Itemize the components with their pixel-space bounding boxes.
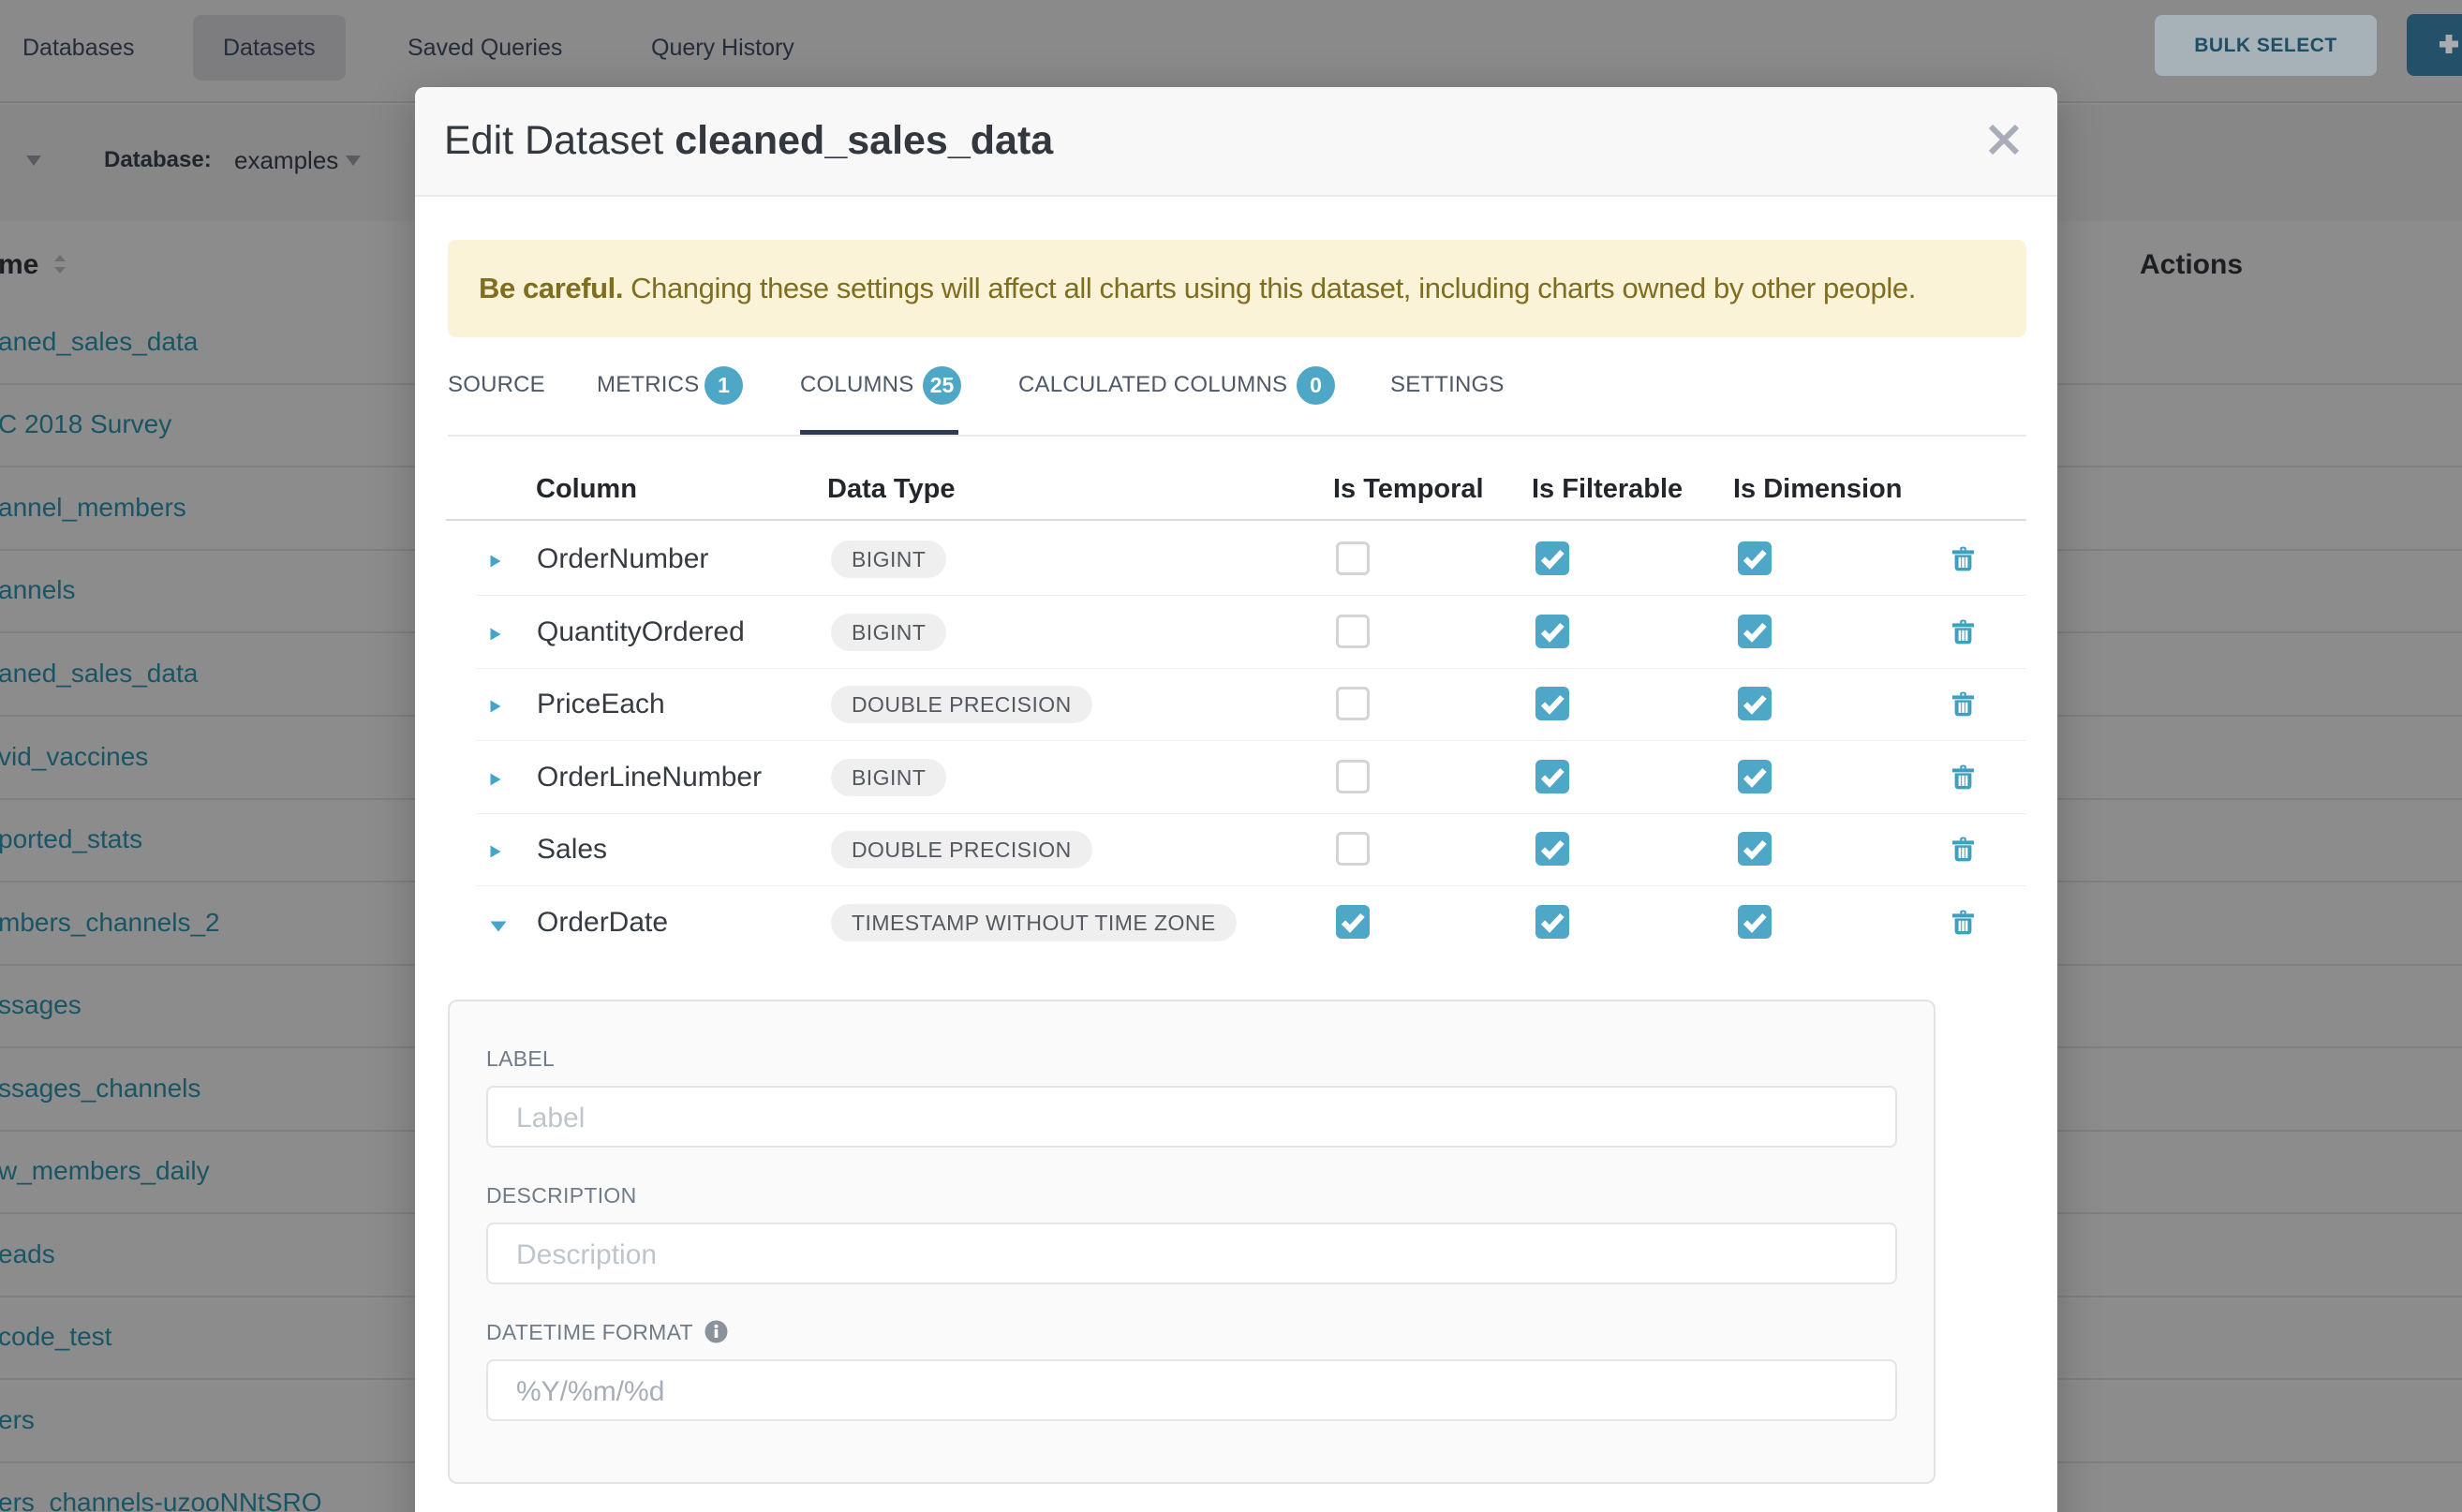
is-temporal-checkbox[interactable] <box>1336 615 1370 648</box>
datatype-pill: DOUBLE PRECISION <box>831 686 1092 723</box>
checkmark-icon <box>1535 687 1569 720</box>
is-temporal-checkbox[interactable] <box>1336 541 1370 575</box>
column-name: OrderNumber <box>537 543 708 575</box>
column-row: OrderNumber BIGINT <box>476 523 2026 596</box>
columns-count-badge: 25 <box>923 366 961 405</box>
expand-caret-right-icon[interactable] <box>490 700 501 713</box>
modal-tabs: SOURCE METRICS 1 COLUMNS 25 CALCULATED C… <box>448 363 2026 437</box>
tab-metrics[interactable]: METRICS <box>597 372 699 398</box>
is-filterable-checkbox[interactable] <box>1535 541 1569 575</box>
column-row: QuantityOrdered BIGINT <box>476 596 2026 669</box>
delete-column-icon[interactable] <box>1952 837 1974 862</box>
checkmark-icon <box>1336 905 1370 939</box>
description-field-input[interactable]: Description <box>486 1223 1897 1284</box>
checkmark-icon <box>1535 832 1569 866</box>
column-name: OrderLineNumber <box>537 762 762 793</box>
is-dimension-checkbox[interactable] <box>1738 832 1772 866</box>
column-row: OrderDate TIMESTAMP WITHOUT TIME ZONE <box>476 886 2026 959</box>
is-filterable-checkbox[interactable] <box>1535 615 1569 648</box>
checkmark-icon <box>1738 615 1772 648</box>
checkmark-icon <box>1535 615 1569 648</box>
datatype-pill: BIGINT <box>831 614 946 651</box>
delete-column-icon[interactable] <box>1952 764 1974 790</box>
is-dimension-checkbox[interactable] <box>1738 760 1772 793</box>
is-temporal-checkbox[interactable] <box>1336 905 1370 939</box>
is-filterable-checkbox[interactable] <box>1535 832 1569 866</box>
metrics-count-badge: 1 <box>704 366 743 405</box>
modal-header: Edit Dataset cleaned_sales_data <box>415 87 2057 197</box>
description-field-label: DESCRIPTION <box>486 1183 1897 1211</box>
column-name: OrderDate <box>537 907 668 939</box>
delete-column-icon[interactable] <box>1952 910 1974 935</box>
tab-source[interactable]: SOURCE <box>448 372 545 398</box>
column-header-istemporal: Is Temporal <box>1333 474 1484 505</box>
checkmark-icon <box>1535 760 1569 793</box>
label-field-input[interactable]: Label <box>486 1086 1897 1148</box>
edit-dataset-modal: Edit Dataset cleaned_sales_data Be caref… <box>415 87 2057 1512</box>
column-row: OrderLineNumber BIGINT <box>476 741 2026 814</box>
expand-caret-right-icon[interactable] <box>490 845 501 858</box>
is-dimension-checkbox[interactable] <box>1738 615 1772 648</box>
tab-settings[interactable]: SETTINGS <box>1390 372 1505 398</box>
tab-columns[interactable]: COLUMNS <box>800 372 913 398</box>
info-icon[interactable] <box>704 1320 728 1343</box>
datatype-pill: TIMESTAMP WITHOUT TIME ZONE <box>831 904 1237 941</box>
column-header-column: Column <box>536 474 637 505</box>
column-detail-panel: LABEL Label DESCRIPTION Description DATE… <box>448 1000 1935 1484</box>
delete-column-icon[interactable] <box>1952 619 1974 645</box>
checkmark-icon <box>1738 832 1772 866</box>
expand-caret-right-icon[interactable] <box>490 773 501 786</box>
expand-caret-right-icon[interactable] <box>490 555 501 568</box>
active-tab-underline <box>800 430 958 435</box>
delete-column-icon[interactable] <box>1952 546 1974 571</box>
datatype-pill: DOUBLE PRECISION <box>831 831 1092 868</box>
is-dimension-checkbox[interactable] <box>1738 687 1772 720</box>
datetime-format-field-label: DATETIME FORMAT <box>486 1320 1897 1348</box>
label-field-label: LABEL <box>486 1046 1897 1075</box>
is-dimension-checkbox[interactable] <box>1738 541 1772 575</box>
expand-caret-right-icon[interactable] <box>490 628 501 641</box>
is-filterable-checkbox[interactable] <box>1535 905 1569 939</box>
checkmark-icon <box>1738 905 1772 939</box>
checkmark-icon <box>1738 760 1772 793</box>
datatype-pill: BIGINT <box>831 759 946 796</box>
table-header-border <box>446 519 2026 521</box>
column-header-isfilterable: Is Filterable <box>1532 474 1683 505</box>
column-row: Sales DOUBLE PRECISION <box>476 813 2026 886</box>
is-filterable-checkbox[interactable] <box>1535 760 1569 793</box>
collapse-caret-down-icon[interactable] <box>490 921 507 932</box>
checkmark-icon <box>1535 541 1569 575</box>
tab-calculated-columns[interactable]: CALCULATED COLUMNS <box>1018 372 1287 398</box>
warning-banner: Be careful.Changing these settings will … <box>448 240 2026 337</box>
column-header-datatype: Data Type <box>827 474 955 505</box>
checkmark-icon <box>1535 905 1569 939</box>
is-temporal-checkbox[interactable] <box>1336 687 1370 720</box>
checkmark-icon <box>1738 541 1772 575</box>
close-icon[interactable] <box>1979 114 2029 165</box>
calculated-columns-count-badge: 0 <box>1297 366 1335 405</box>
is-temporal-checkbox[interactable] <box>1336 832 1370 866</box>
modal-title: Edit Dataset cleaned_sales_data <box>444 87 1053 195</box>
is-dimension-checkbox[interactable] <box>1738 905 1772 939</box>
is-filterable-checkbox[interactable] <box>1535 687 1569 720</box>
column-name: PriceEach <box>537 689 665 720</box>
is-temporal-checkbox[interactable] <box>1336 760 1370 793</box>
checkmark-icon <box>1738 687 1772 720</box>
delete-column-icon[interactable] <box>1952 691 1974 717</box>
column-name: QuantityOrdered <box>537 616 745 648</box>
datatype-pill: BIGINT <box>831 541 946 578</box>
column-row: PriceEach DOUBLE PRECISION <box>476 668 2026 741</box>
column-name: Sales <box>537 834 607 866</box>
datetime-format-field-input[interactable]: %Y/%m/%d <box>486 1359 1897 1421</box>
column-header-isdimension: Is Dimension <box>1733 474 1903 505</box>
